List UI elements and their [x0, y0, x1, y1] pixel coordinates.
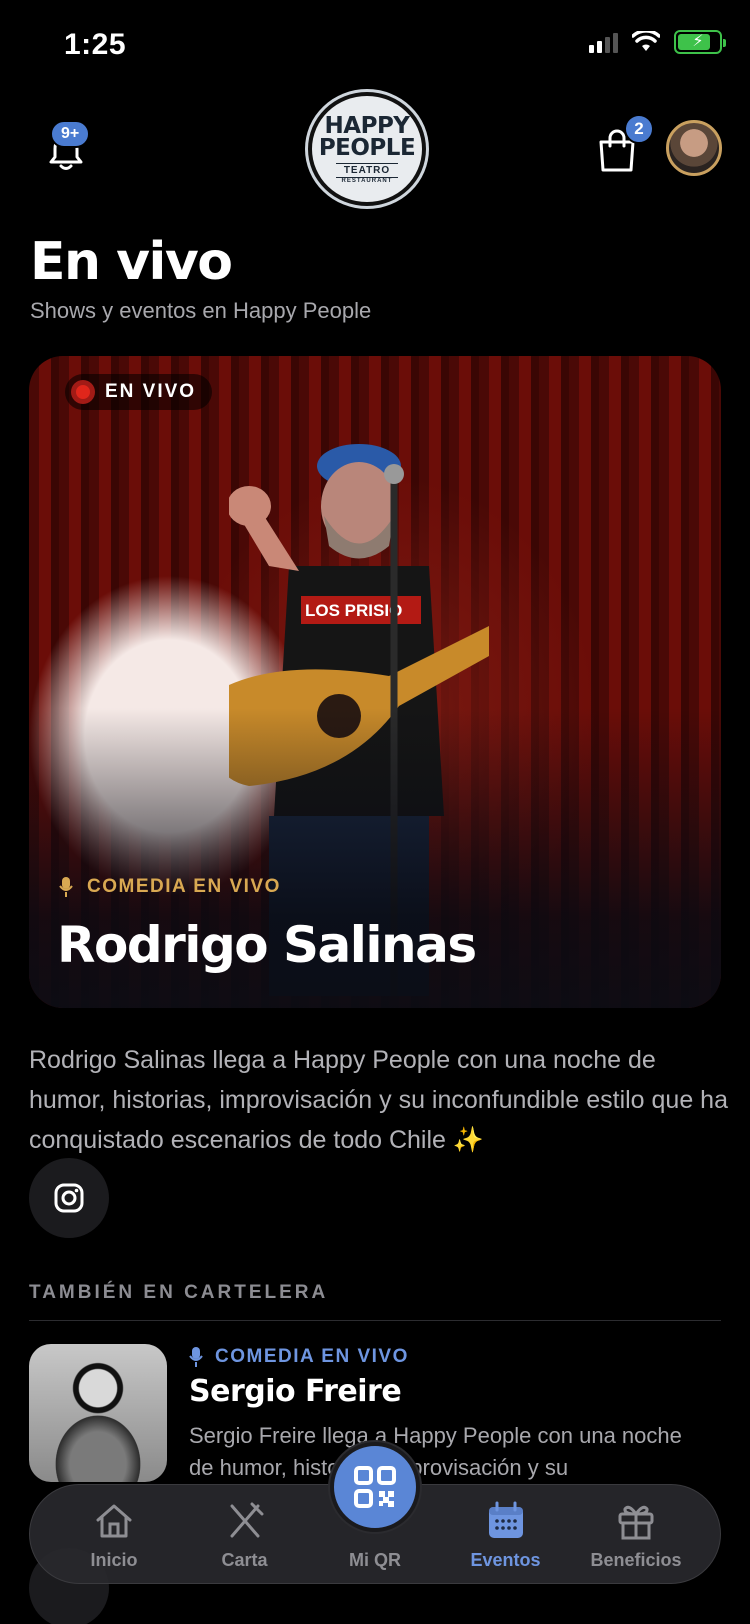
- happy-people-logo[interactable]: HAPPY PEOPLE TEATRO RESTAURANT: [308, 92, 426, 206]
- tab-label: Inicio: [90, 1550, 138, 1570]
- featured-category: COMEDIA EN VIVO: [59, 876, 281, 898]
- live-badge: EN VIVO: [65, 374, 213, 410]
- section-divider: [29, 1320, 721, 1321]
- featured-event-name: Rodrigo Salinas: [57, 916, 477, 974]
- tab-label: Mi QR: [349, 1550, 401, 1570]
- listing-category-label: COMEDIA EN VIVO: [215, 1346, 409, 1367]
- instagram-button[interactable]: [29, 1158, 109, 1238]
- qr-fab-button[interactable]: [330, 1442, 420, 1532]
- section-label: TAMBIÉN EN CARTELERA: [29, 1282, 329, 1303]
- status-time: 1:25: [64, 28, 127, 61]
- listing-category: COMEDIA EN VIVO: [189, 1346, 409, 1368]
- cellular-signal-icon: [589, 31, 618, 53]
- featured-description: Rodrigo Salinas llega a Happy People con…: [29, 1046, 728, 1154]
- logo-line-1: HAPPY: [324, 112, 410, 139]
- microphone-icon: [59, 877, 73, 897]
- qr-icon: [354, 1466, 396, 1508]
- listing-description: Sergio Freire llega a Happy People con u…: [189, 1423, 682, 1480]
- tab-eventos[interactable]: Eventos: [446, 1500, 566, 1571]
- home-icon: [96, 1504, 132, 1538]
- cart-badge: 2: [624, 114, 654, 144]
- instagram-icon: [54, 1183, 84, 1213]
- page-subtitle: Shows y eventos en Happy People: [30, 298, 372, 323]
- battery-icon: ⚡: [674, 30, 726, 54]
- gift-icon: [618, 1505, 654, 1540]
- microphone-icon: [189, 1347, 203, 1367]
- notifications-badge: 9+: [50, 120, 91, 148]
- listing-thumbnail: [29, 1344, 167, 1482]
- listing-name: Sergio Freire: [189, 1374, 402, 1409]
- tab-inicio[interactable]: Inicio: [54, 1500, 174, 1571]
- logo-line-3: TEATRO: [335, 162, 399, 178]
- utensils-icon: [230, 1502, 263, 1538]
- featured-category-label: COMEDIA EN VIVO: [87, 876, 281, 897]
- tab-carta[interactable]: Carta: [185, 1500, 305, 1571]
- logo-line-2: PEOPLE: [318, 134, 416, 161]
- calendar-icon: [488, 1501, 523, 1538]
- wifi-icon: [632, 31, 660, 51]
- status-icons: ⚡: [589, 30, 726, 54]
- tab-label: Beneficios: [590, 1550, 682, 1570]
- tab-label: Carta: [221, 1550, 268, 1570]
- tab-label: Eventos: [470, 1550, 541, 1570]
- svg-text:LOS PRISIO: LOS PRISIO: [305, 601, 402, 620]
- top-header: 9+ HAPPY PEOPLE TEATRO RESTAURANT 2: [0, 92, 750, 212]
- live-dot-icon: [71, 380, 95, 404]
- logo-line-4: RESTAURANT: [341, 177, 393, 184]
- featured-event-card[interactable]: LOS PRISIO EN VIVO COMEDIA EN VIVO Rodri…: [29, 356, 721, 1008]
- live-label: EN VIVO: [105, 381, 197, 402]
- user-avatar[interactable]: [666, 120, 722, 176]
- page-title: En vivo: [30, 232, 233, 292]
- status-bar: 1:25 ⚡: [0, 0, 750, 92]
- tab-beneficios[interactable]: Beneficios: [576, 1500, 696, 1571]
